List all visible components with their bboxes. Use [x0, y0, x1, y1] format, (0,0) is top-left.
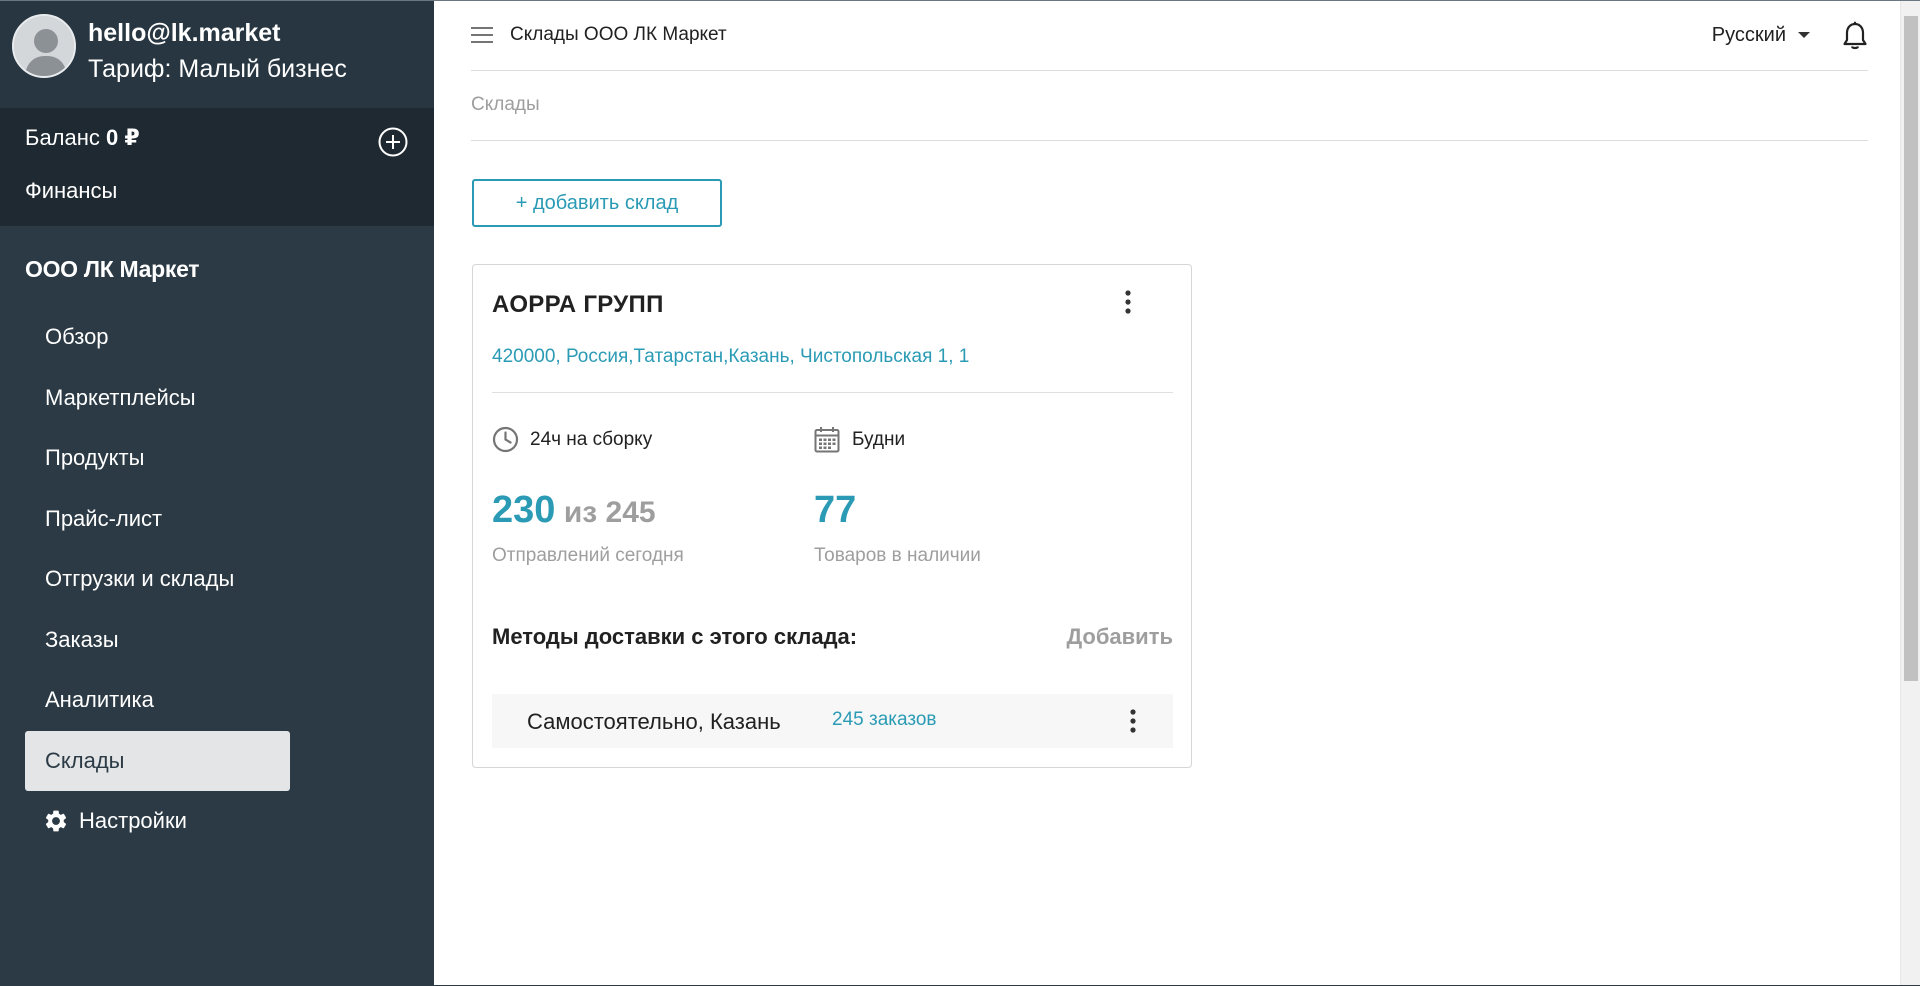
assembly-time-label: 24ч на сборку: [530, 428, 653, 450]
profile-email: hello@lk.market: [88, 19, 281, 47]
caret-down-icon: [1798, 32, 1810, 38]
sidebar-item-overview[interactable]: Обзор: [25, 307, 290, 368]
app-window: hello@lk.market Тариф: Малый бизнес Бала…: [0, 0, 1920, 986]
warehouse-address[interactable]: 420000, Россия,Татарстан,Казань, Чистопо…: [492, 345, 969, 369]
profile-header: hello@lk.market Тариф: Малый бизнес: [0, 1, 434, 108]
sidebar-item-settings[interactable]: Настройки: [25, 791, 290, 852]
profile-plan: Тариф: Малый бизнес: [88, 55, 347, 83]
sidebar-item-warehouses[interactable]: Склады: [25, 730, 290, 791]
more-vertical-icon[interactable]: [1122, 289, 1134, 315]
breadcrumb-row: Склады: [471, 71, 1868, 141]
work-days: Будни: [814, 426, 905, 453]
sidebar-item-label: Аналитика: [45, 687, 154, 713]
delivery-method-orders-link[interactable]: 245 заказов: [832, 708, 937, 732]
finance-block: Баланс 0 ₽ Финансы: [0, 108, 434, 226]
warehouse-name: АОРРА ГРУПП: [492, 291, 664, 318]
sidebar-item-orders[interactable]: Заказы: [25, 610, 290, 671]
delivery-method-row: Самостоятельно, Казань 245 заказов: [492, 694, 1173, 748]
clock-icon: [492, 426, 519, 453]
delivery-methods-title: Методы доставки с этого склада:: [492, 624, 858, 649]
calendar-icon: [814, 427, 840, 453]
warehouse-card: АОРРА ГРУПП 420000, Россия,Татарстан,Каз…: [472, 264, 1192, 768]
sidebar-item-label: Склады: [45, 747, 125, 773]
sidebar-item-label: Прайс-лист: [45, 505, 163, 531]
shipments-label: Отправлений сегодня: [492, 545, 684, 566]
goods-label: Товаров в наличии: [814, 545, 981, 566]
shipments-today: 230: [492, 489, 556, 531]
shipments-stat: 230 из 245: [492, 488, 656, 532]
balance: Баланс 0 ₽: [25, 124, 140, 152]
sidebar-item-products[interactable]: Продукты: [25, 428, 290, 489]
sidebar-item-price-list[interactable]: Прайс-лист: [25, 489, 290, 550]
finance-link[interactable]: Финансы: [25, 177, 117, 205]
language-label: Русский: [1711, 24, 1786, 46]
sidebar-item-marketplaces[interactable]: Маркетплейсы: [25, 368, 290, 429]
sidebar: hello@lk.market Тариф: Малый бизнес Бала…: [0, 1, 434, 985]
page-title: Склады ООО ЛК Маркет: [510, 24, 727, 45]
balance-value: 0 ₽: [106, 125, 140, 150]
add-delivery-method-button[interactable]: Добавить: [1066, 623, 1173, 651]
sidebar-item-label: Заказы: [45, 626, 119, 652]
sidebar-item-label: Продукты: [45, 445, 145, 471]
balance-label: Баланс: [25, 125, 100, 150]
gear-icon: [45, 810, 67, 832]
bell-icon[interactable]: [1842, 21, 1868, 51]
main-content: Склады ООО ЛК Маркет Русский Склады + до…: [434, 1, 1900, 985]
vertical-scrollbar[interactable]: [1900, 1, 1920, 985]
card-divider: [492, 392, 1173, 393]
topbar: Склады ООО ЛК Маркет Русский: [471, 1, 1868, 71]
sidebar-item-shipments[interactable]: Отгрузки и склады: [25, 549, 290, 610]
sidebar-item-analytics[interactable]: Аналитика: [25, 670, 290, 731]
sidebar-item-label: Настройки: [79, 808, 187, 834]
shipments-total: из 245: [563, 496, 656, 529]
sidebar-item-label: Отгрузки и склады: [45, 566, 235, 592]
delivery-method-name: Самостоятельно, Казань: [527, 709, 781, 734]
company-name: ООО ЛК Маркет: [25, 256, 200, 282]
user-avatar-icon[interactable]: [12, 14, 76, 78]
scrollbar-thumb[interactable]: [1904, 16, 1918, 681]
language-select[interactable]: Русский: [1712, 23, 1810, 47]
breadcrumb[interactable]: Склады: [471, 93, 540, 117]
assembly-time: 24ч на сборку: [492, 426, 652, 453]
add-warehouse-button[interactable]: + добавить склад: [472, 179, 722, 227]
sidebar-item-label: Обзор: [45, 324, 109, 350]
work-days-label: Будни: [852, 428, 906, 450]
goods-count: 77: [814, 489, 857, 531]
sidebar-nav: Обзор Маркетплейсы Продукты Прайс-лист О…: [25, 307, 290, 852]
more-vertical-icon[interactable]: [1127, 708, 1139, 734]
goods-stat: 77: [814, 488, 856, 532]
hamburger-menu-icon[interactable]: [471, 25, 493, 45]
sidebar-item-label: Маркетплейсы: [45, 384, 196, 410]
plus-circle-icon[interactable]: [377, 126, 409, 158]
